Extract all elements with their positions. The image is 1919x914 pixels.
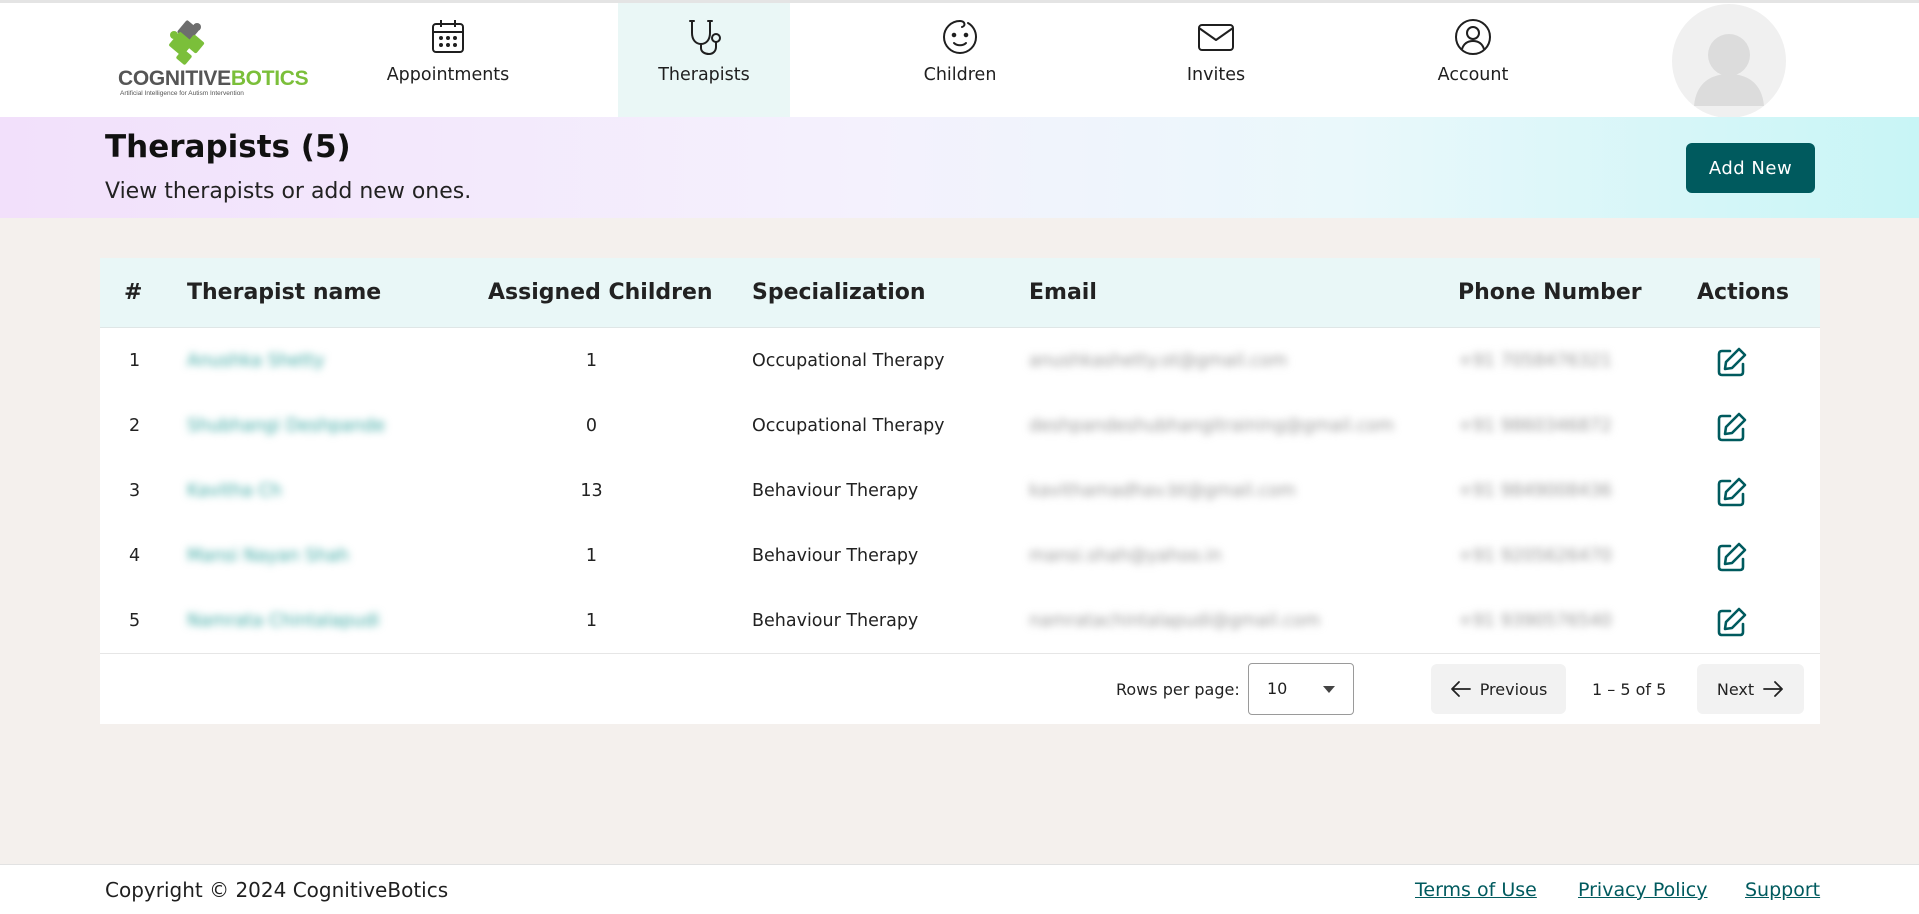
phone-number: +91 7058476321 (1458, 351, 1612, 371)
user-circle-icon (1455, 19, 1491, 55)
brand-wordmark-accent: BOTICS (230, 67, 309, 90)
nav-therapists-label: Therapists (658, 65, 750, 85)
rows-per-page-value: 10 (1267, 679, 1288, 698)
app-header: COGNITIVEBOTICS Artificial Intelligence … (0, 3, 1919, 117)
nav-appointments-label: Appointments (386, 65, 510, 85)
email: deshpandeshubhangitraining@gmail.com (1029, 416, 1395, 436)
edit-icon[interactable] (1715, 410, 1749, 444)
previous-page-button[interactable]: Previous (1431, 664, 1566, 714)
terms-of-use-link[interactable]: Terms of Use (1415, 865, 1537, 914)
previous-label: Previous (1479, 679, 1548, 699)
calendar-icon (432, 20, 464, 53)
arrow-left-icon (1450, 681, 1471, 697)
rows-per-page-label: Rows per page: (1116, 680, 1240, 699)
nav-account-label: Account (1437, 65, 1509, 85)
nav-therapists[interactable]: Therapists (618, 3, 790, 117)
phone-number: +91 9205626470 (1458, 546, 1612, 566)
page-banner: Therapists (5) View therapists or add ne… (0, 117, 1919, 218)
column-header-name[interactable]: Therapist name (187, 258, 381, 328)
envelope-icon (1198, 24, 1234, 51)
table-row[interactable]: 3 Kavitha Ch 13 Behaviour Therapy kavith… (100, 459, 1820, 524)
nav-account[interactable]: Account (1387, 3, 1559, 117)
user-avatar[interactable] (1672, 4, 1786, 118)
brand-wordmark-main: COGNITIVE (118, 67, 231, 90)
arrow-right-icon (1763, 681, 1784, 697)
page-footer: Copyright © 2024 CognitiveBotics Terms o… (0, 864, 1919, 914)
brand-wordmark: COGNITIVEBOTICS (118, 67, 309, 91)
next-page-button[interactable]: Next (1697, 664, 1804, 714)
assigned-children-count: 1 (585, 611, 598, 631)
column-header-specialization[interactable]: Specialization (752, 258, 926, 328)
page-title: Therapists (5) (105, 129, 351, 165)
specialization: Occupational Therapy (752, 351, 945, 371)
email: namratachintalapudi@gmail.com (1029, 611, 1321, 631)
phone-number: +91 9860346872 (1458, 416, 1612, 436)
assigned-children-count: 1 (585, 546, 598, 566)
column-header-index: # (124, 280, 143, 305)
table-row[interactable]: 5 Namrata Chintalapudi 1 Behaviour Thera… (100, 589, 1820, 654)
nav-invites-label: Invites (1186, 65, 1246, 85)
email: kavithamadhav.bt@gmail.com (1029, 481, 1296, 501)
page-subtitle: View therapists or add new ones. (105, 179, 472, 204)
column-header-phone[interactable]: Phone Number (1458, 258, 1642, 328)
email: anushkashetty.ot@gmail.com (1029, 351, 1288, 371)
nav-appointments[interactable]: Appointments (362, 3, 534, 117)
caret-down-icon (1323, 686, 1335, 693)
table-header: # Therapist name Assigned Children Speci… (100, 258, 1820, 328)
edit-icon[interactable] (1715, 605, 1749, 639)
specialization: Behaviour Therapy (752, 481, 919, 501)
table-row[interactable]: 2 Shubhangi Deshpande 0 Occupational The… (100, 394, 1820, 459)
puzzle-logo-icon (169, 20, 205, 65)
table-row[interactable]: 1 Anushka Shetty 1 Occupational Therapy … (100, 329, 1820, 394)
nav-invites[interactable]: Invites (1130, 3, 1302, 117)
nav-children-label: Children (923, 65, 997, 85)
specialization: Behaviour Therapy (752, 611, 919, 631)
user-placeholder-icon (1694, 34, 1764, 106)
table-pagination: Rows per page: 10 Previous 1 – 5 of 5 Ne… (100, 653, 1820, 724)
rows-per-page-select[interactable]: 10 (1248, 663, 1354, 715)
brand-logo[interactable]: COGNITIVEBOTICS Artificial Intelligence … (118, 19, 309, 103)
brand-tagline: Artificial Intelligence for Autism Inter… (120, 90, 244, 97)
specialization: Behaviour Therapy (752, 546, 919, 566)
phone-number: +91 9390576540 (1458, 611, 1612, 631)
privacy-policy-link[interactable]: Privacy Policy (1578, 865, 1707, 914)
next-label: Next (1716, 679, 1755, 699)
pagination-range: 1 – 5 of 5 (1592, 680, 1667, 699)
column-header-email[interactable]: Email (1029, 258, 1097, 328)
column-header-actions: Actions (1697, 280, 1789, 305)
nav-children[interactable]: Children (874, 3, 1046, 117)
therapists-table: # Therapist name Assigned Children Speci… (100, 258, 1820, 724)
edit-icon[interactable] (1715, 345, 1749, 379)
assigned-children-count: 13 (580, 481, 603, 501)
support-link[interactable]: Support (1745, 865, 1820, 914)
add-new-button[interactable]: Add New (1686, 143, 1815, 193)
table-row[interactable]: 4 Mansi Nayan Shah 1 Behaviour Therapy m… (100, 524, 1820, 589)
copyright-text: Copyright © 2024 CognitiveBotics (105, 878, 449, 902)
edit-icon[interactable] (1715, 540, 1749, 574)
edit-icon[interactable] (1715, 475, 1749, 509)
email: mansi.shah@yahoo.in (1029, 546, 1222, 566)
baby-face-icon (943, 20, 978, 54)
stethoscope-icon (689, 20, 721, 56)
column-header-assigned[interactable]: Assigned Children (488, 258, 713, 328)
specialization: Occupational Therapy (752, 416, 945, 436)
phone-number: +91 9849008436 (1458, 481, 1612, 501)
